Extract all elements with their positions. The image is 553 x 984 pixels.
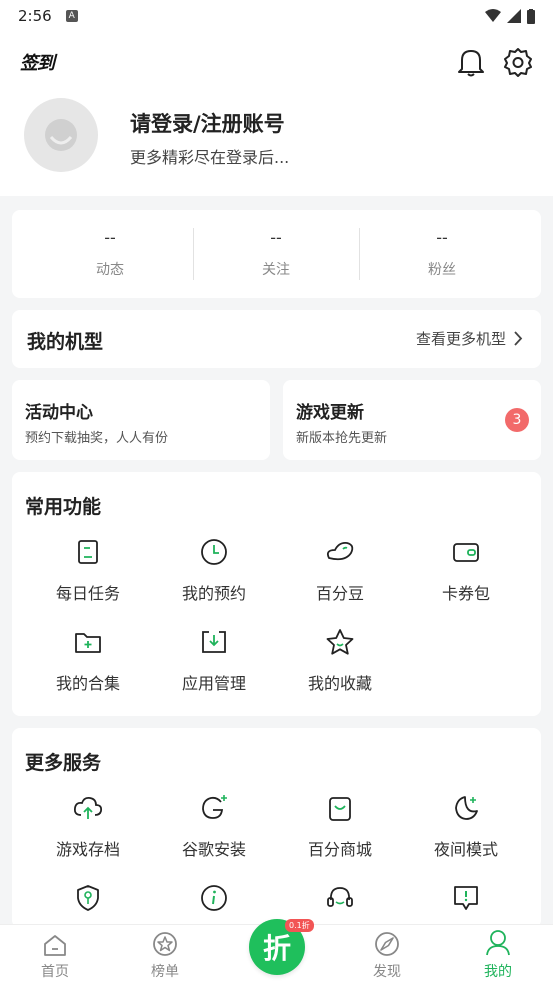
star-circle-icon: [153, 932, 177, 956]
signal-icon: [507, 9, 521, 23]
star-icon: [326, 629, 354, 655]
mall-item[interactable]: 百分商城: [277, 792, 403, 860]
game-update-card[interactable]: 游戏更新 新版本抢先更新 3: [283, 380, 541, 460]
common-functions-title: 常用功能: [25, 496, 102, 518]
chevron-right-icon: [514, 331, 523, 346]
update-count-badge: 3: [505, 408, 529, 432]
bottom-tab-bar: 首页 榜单 折 0.1折 发现 我的: [0, 919, 553, 984]
app-management-label: 应用管理: [181, 674, 246, 693]
google-icon: [202, 795, 227, 819]
my-favorites-label: 我的收藏: [307, 674, 372, 693]
wifi-icon: [485, 9, 501, 22]
top-actions: [457, 47, 533, 77]
stat-value: --: [436, 228, 448, 247]
mall-label: 百分商城: [307, 840, 372, 859]
stat-value: --: [270, 228, 282, 247]
night-mode-label: 夜间模式: [433, 840, 498, 859]
my-collection-label: 我的合集: [55, 674, 120, 693]
shop-bag-icon: [329, 797, 351, 821]
stat-label: 关注: [262, 262, 290, 278]
login-title[interactable]: 请登录/注册账号: [130, 108, 285, 138]
default-avatar-icon: [45, 119, 77, 151]
game-save-item[interactable]: 游戏存档: [25, 792, 151, 860]
tab-ranking[interactable]: 榜单: [110, 929, 220, 981]
tab-home[interactable]: 首页: [0, 929, 110, 981]
activity-center-card[interactable]: 活动中心 预约下载抽奖，人人有份: [12, 380, 270, 460]
game-save-label: 游戏存档: [55, 840, 120, 859]
home-icon: [44, 935, 66, 956]
tab-mine-label: 我的: [484, 964, 512, 980]
my-device-title: 我的机型: [27, 331, 104, 353]
clock-icon: [201, 539, 227, 565]
view-more-devices-link[interactable]: 查看更多机型: [416, 328, 523, 349]
bell-icon[interactable]: [457, 47, 485, 77]
coupon-wallet-label: 卡券包: [441, 584, 490, 603]
customer-service-item[interactable]: [277, 882, 403, 914]
avatar[interactable]: [24, 98, 98, 172]
gear-icon[interactable]: [503, 47, 533, 77]
download-box-icon: [202, 631, 226, 653]
discount-tag: 0.1折: [285, 919, 314, 932]
task-icon: [78, 540, 98, 564]
wallet-icon: [453, 543, 479, 562]
tab-ranking-label: 榜单: [151, 964, 179, 980]
top-bar: 签到: [0, 32, 553, 92]
folder-plus-icon: [75, 633, 101, 653]
bean-item[interactable]: 百分豆: [277, 536, 403, 604]
game-update-title: 游戏更新: [296, 403, 364, 423]
person-icon: [486, 930, 510, 956]
security-item[interactable]: [25, 882, 151, 914]
tab-mine[interactable]: 我的: [443, 929, 553, 981]
my-reservation-label: 我的预约: [181, 584, 246, 603]
my-collection-item[interactable]: 我的合集: [25, 626, 151, 694]
my-reservation-item[interactable]: 我的预约: [151, 536, 277, 604]
daily-task-item[interactable]: 每日任务: [25, 536, 151, 604]
google-install-item[interactable]: 谷歌安装: [151, 792, 277, 860]
my-device-card[interactable]: 我的机型 查看更多机型: [12, 310, 541, 368]
moon-icon: [455, 796, 478, 820]
tab-discover-label: 发现: [373, 964, 401, 980]
common-functions-card: 常用功能 每日任务 我的预约 百分豆 卡券包 我的合集 应用管理 我的收藏: [12, 472, 541, 716]
stats-card: -- 动态 -- 关注 -- 粉丝: [12, 210, 541, 298]
bean-icon: [326, 541, 354, 561]
more-services-title: 更多服务: [25, 752, 102, 774]
tab-home-label: 首页: [41, 964, 69, 980]
feedback-icon: [454, 886, 478, 910]
cloud-upload-icon: [73, 796, 103, 819]
more-services-card: 更多服务 游戏存档 谷歌安装 百分商城 夜间模式: [12, 728, 541, 928]
notification-a-icon: A: [65, 10, 78, 22]
profile-header[interactable]: 请登录/注册账号 更多精彩尽在登录后...: [0, 92, 553, 196]
stat-fans[interactable]: -- 粉丝: [352, 210, 532, 298]
headset-icon: [327, 887, 353, 907]
status-right: [485, 8, 535, 24]
shield-key-icon: [77, 885, 99, 911]
stat-value: --: [104, 228, 116, 247]
game-update-subtitle: 新版本抢先更新: [296, 431, 388, 446]
battery-icon: [527, 8, 535, 24]
coupon-wallet-item[interactable]: 卡券包: [403, 536, 529, 604]
bean-label: 百分豆: [315, 584, 364, 603]
view-more-devices-label: 查看更多机型: [415, 330, 506, 348]
activity-title: 活动中心: [25, 403, 93, 423]
daily-task-label: 每日任务: [55, 584, 120, 603]
compass-icon: [375, 932, 399, 956]
login-subtitle: 更多精彩尽在登录后...: [130, 148, 290, 167]
google-install-label: 谷歌安装: [181, 840, 246, 859]
tab-discover[interactable]: 发现: [332, 929, 442, 981]
info-icon: [201, 885, 227, 911]
info-item[interactable]: [151, 882, 277, 914]
stat-label: 动态: [96, 262, 124, 278]
my-favorites-item[interactable]: 我的收藏: [277, 626, 403, 694]
app-management-item[interactable]: 应用管理: [151, 626, 277, 694]
stat-label: 粉丝: [428, 262, 456, 278]
status-bar: 2:56 A: [0, 0, 553, 32]
sign-in-button[interactable]: 签到: [20, 49, 55, 75]
status-time: 2:56: [18, 7, 52, 25]
stat-following[interactable]: -- 关注: [186, 210, 366, 298]
feedback-item[interactable]: [403, 882, 529, 914]
stat-posts[interactable]: -- 动态: [20, 210, 200, 298]
night-mode-item[interactable]: 夜间模式: [403, 792, 529, 860]
activity-subtitle: 预约下载抽奖，人人有份: [25, 431, 169, 446]
